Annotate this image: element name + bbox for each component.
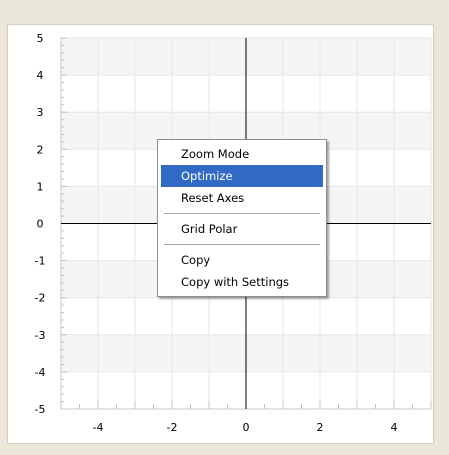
context-menu: Zoom Mode Optimize Reset Axes Grid Polar… (157, 139, 327, 297)
menu-item-grid-polar[interactable]: Grid Polar (161, 218, 323, 240)
y-tick-label: 4 (37, 69, 44, 82)
y-tick-label: 1 (37, 180, 44, 193)
x-tick-label: -2 (167, 421, 178, 434)
y-tick-label: 2 (37, 143, 44, 156)
menu-item-reset-axes[interactable]: Reset Axes (161, 187, 323, 209)
y-tick-label: 5 (37, 32, 44, 45)
menu-separator (164, 213, 320, 214)
menu-item-optimize[interactable]: Optimize (161, 165, 323, 187)
x-tick-label: -4 (93, 421, 104, 434)
menu-separator (164, 244, 320, 245)
y-tick-label: 3 (37, 106, 44, 119)
menu-item-zoom-mode[interactable]: Zoom Mode (161, 143, 323, 165)
x-tick-label: 4 (391, 421, 398, 434)
menu-item-copy[interactable]: Copy (161, 249, 323, 271)
plot-window: 5 4 3 2 1 0 -1 -2 -3 -4 -5 -4 -2 0 2 4 Zoom Mode Optimi… (0, 0, 449, 455)
y-tick-label: -2 (35, 292, 46, 305)
x-tick-label: 2 (317, 421, 324, 434)
y-tick-label: 0 (37, 218, 44, 231)
x-tick-label: 0 (243, 421, 250, 434)
y-tick-label: -1 (35, 255, 46, 268)
y-tick-label: -4 (35, 366, 46, 379)
y-tick-label: -5 (35, 403, 46, 416)
menu-item-copy-with-settings[interactable]: Copy with Settings (161, 271, 323, 293)
y-tick-label: -3 (35, 329, 46, 342)
